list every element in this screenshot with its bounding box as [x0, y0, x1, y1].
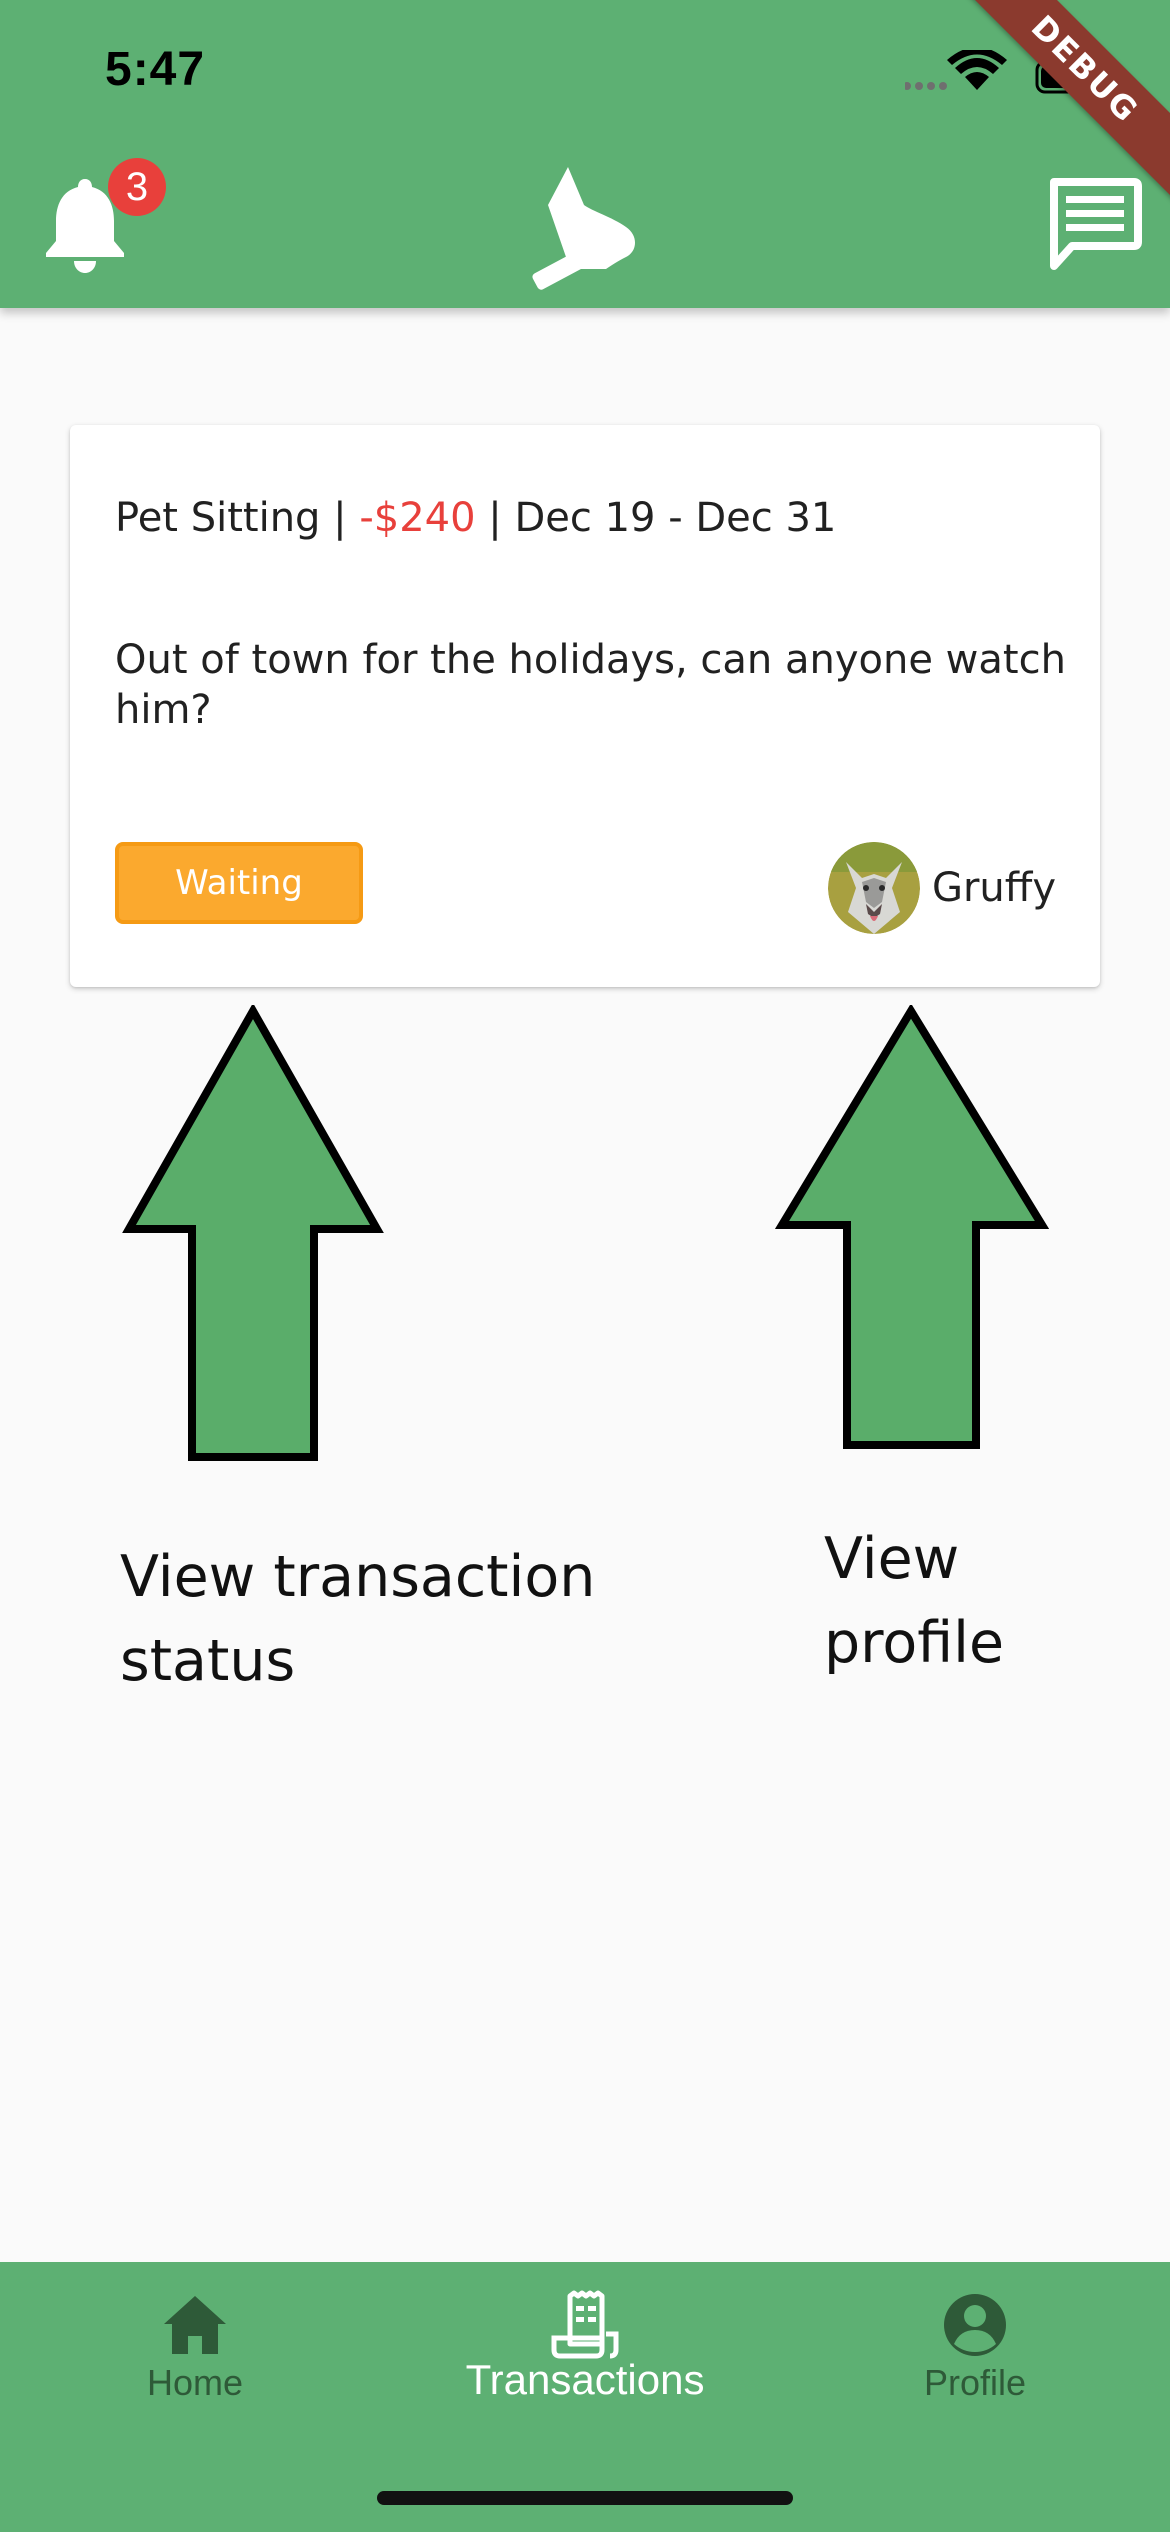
status-button[interactable]: Waiting: [115, 842, 363, 924]
app-bar: 5:47 DEBUG 3: [0, 0, 1170, 308]
wifi-icon: [947, 50, 1007, 90]
transaction-summary: Pet Sitting | -$240 | Dec 19 - Dec 31: [115, 495, 836, 541]
transaction-card[interactable]: Pet Sitting | -$240 | Dec 19 - Dec 31 Ou…: [70, 425, 1100, 987]
transaction-dates: Dec 19 - Dec 31: [514, 495, 837, 541]
nav-item-profile[interactable]: Profile: [780, 2262, 1170, 2462]
nav-item-transactions[interactable]: Transactions: [390, 2262, 780, 2462]
annotation-line: View: [824, 1526, 960, 1592]
service-type: Pet Sitting: [115, 495, 321, 541]
annotation-view-profile: View profile: [824, 1517, 1004, 1685]
nav-label-profile: Profile: [923, 2362, 1027, 2403]
arrow-up-icon: [775, 1005, 1049, 1449]
pet-profile-link[interactable]: Gruffy: [827, 842, 1056, 934]
nav-item-home[interactable]: Home: [0, 2262, 390, 2462]
chat-icon[interactable]: [1046, 178, 1142, 274]
transaction-description: Out of town for the holidays, can anyone…: [115, 637, 1066, 733]
account-circle-icon: [944, 2294, 1006, 2356]
notification-badge: 3: [108, 158, 166, 216]
home-icon: [164, 2296, 226, 2354]
separator: |: [475, 495, 515, 541]
cellular-signal-icon: [905, 82, 947, 90]
pet-avatar[interactable]: [827, 842, 920, 934]
status-time: 5:47: [105, 43, 206, 96]
pet-name[interactable]: Gruffy: [932, 865, 1056, 911]
annotation-line: status: [120, 1628, 296, 1694]
receipt-icon: [551, 2290, 619, 2359]
nav-label-home: Home: [146, 2362, 244, 2403]
arrow-up-icon: [122, 1005, 384, 1461]
home-indicator: [377, 2491, 793, 2505]
separator: |: [320, 495, 360, 541]
nav-label-transactions: Transactions: [465, 2356, 705, 2403]
transaction-amount: -$240: [359, 495, 476, 541]
dog-logo-icon: [532, 167, 635, 290]
annotation-line: profile: [824, 1610, 1005, 1676]
annotation-transaction-status: View transaction status: [120, 1535, 595, 1703]
annotation-line: View transaction: [120, 1544, 596, 1610]
